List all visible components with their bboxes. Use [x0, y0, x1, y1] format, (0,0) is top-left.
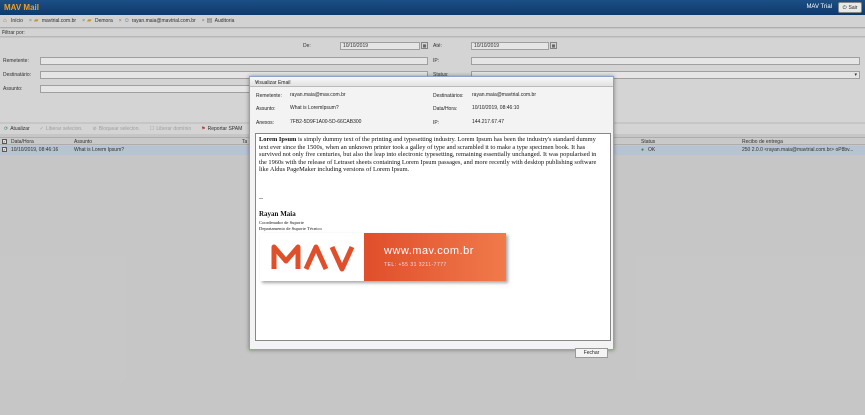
signature-separator: --	[259, 196, 263, 202]
logout-icon: ⏻	[842, 4, 847, 11]
ip-label: IP:	[433, 120, 440, 126]
mav-logo	[260, 233, 364, 281]
signature-name: Rayan Maia	[259, 210, 296, 218]
banner-url: www.mav.com.br	[384, 245, 474, 257]
close-icon[interactable]: ×	[255, 80, 608, 86]
anexos-value[interactable]: 7FB2-5D9F1A00-5D-66CAB300	[290, 119, 361, 125]
signature-banner: www.mav.com.br TEL: +55 31 3211-7777	[260, 233, 506, 281]
anexos-label: Anexos:	[256, 120, 275, 126]
banner-contact: www.mav.com.br TEL: +55 31 3211-7777	[364, 233, 506, 281]
assunto-label: Assunto:	[256, 106, 276, 112]
signature-role: Coordenador de Suporte	[259, 220, 304, 225]
view-email-dialog: Visualizar Email × Remetente: rayan.maia…	[249, 76, 614, 358]
destinatarios-value: rayan.maia@mavtrial.com.br	[472, 92, 536, 98]
remetente-label: Remetente:	[256, 93, 282, 99]
body-text: is simply dummy text of the printing and…	[259, 136, 597, 174]
app-title: MAV Mail	[4, 3, 39, 12]
remetente-value: rayan.maia@mav.com.br	[290, 92, 346, 98]
dialog-header: Visualizar Email ×	[250, 77, 613, 87]
banner-phone: TEL: +55 31 3211-7777	[384, 262, 447, 268]
destinatarios-label: Destinatários:	[433, 93, 464, 99]
license-label: MAV Trial	[806, 4, 832, 10]
app-header: MAV Mail MAV Trial ⏻ Sair	[0, 0, 865, 15]
datahora-label: Data/Hora:	[433, 106, 458, 112]
body-bold: Lorem Ipsum	[259, 136, 297, 143]
assunto-value: What is LoremIpsum?	[290, 105, 339, 111]
close-button[interactable]: Fechar	[575, 348, 608, 358]
logout-button[interactable]: ⏻ Sair	[838, 2, 862, 13]
logout-label: Sair	[848, 4, 858, 11]
datahora-value: 10/10/2019, 08:46:10	[472, 105, 520, 111]
signature-department: Departamento de Suporte Técnico	[259, 226, 322, 231]
email-body[interactable]: Lorem Ipsum is simply dummy text of the …	[255, 133, 611, 341]
email-body-text: Lorem Ipsum is simply dummy text of the …	[259, 136, 604, 174]
ip-value: 144.217.67.47	[472, 119, 504, 125]
